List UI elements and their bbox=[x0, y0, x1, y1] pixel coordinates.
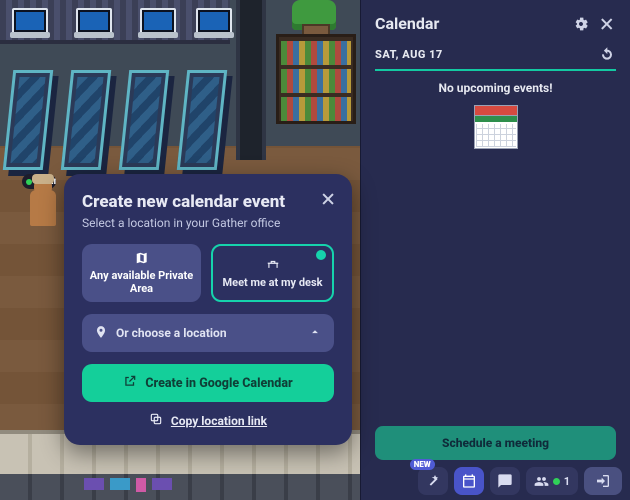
option-my-desk-label: Meet me at my desk bbox=[223, 276, 323, 289]
presence-dot-icon bbox=[553, 478, 560, 485]
check-icon bbox=[316, 250, 326, 260]
close-icon[interactable] bbox=[320, 190, 338, 208]
external-link-icon bbox=[123, 374, 137, 392]
leave-button[interactable] bbox=[584, 467, 622, 495]
date-progress-bar bbox=[375, 69, 616, 71]
participants-button[interactable]: 1 bbox=[526, 467, 578, 495]
copy-link-label: Copy location link bbox=[171, 414, 267, 428]
pillar bbox=[236, 0, 266, 160]
create-event-modal: Create new calendar event Select a locat… bbox=[64, 174, 352, 445]
laptop-decor bbox=[12, 8, 48, 34]
magic-tool-button[interactable]: NEW bbox=[418, 467, 448, 495]
calendar-illustration bbox=[474, 105, 518, 149]
plant-decor bbox=[292, 0, 336, 30]
create-google-calendar-button[interactable]: Create in Google Calendar bbox=[82, 364, 334, 402]
laptop-decor bbox=[140, 8, 176, 34]
chat-tool-button[interactable] bbox=[490, 467, 520, 495]
bookshelf-decor bbox=[276, 34, 356, 124]
bottom-toolbar: NEW 1 bbox=[360, 466, 624, 496]
presence-count: 1 bbox=[564, 475, 570, 488]
copy-location-link[interactable]: Copy location link bbox=[82, 412, 334, 429]
option-my-desk[interactable]: Meet me at my desk bbox=[211, 244, 334, 302]
laptop-decor bbox=[196, 8, 232, 34]
schedule-meeting-button[interactable]: Schedule a meeting bbox=[375, 426, 616, 460]
location-pin-icon bbox=[94, 325, 108, 342]
new-badge: NEW bbox=[410, 459, 435, 470]
calendar-panel: Calendar SAT, AUG 17 No upcoming events!… bbox=[360, 0, 630, 500]
calendar-title: Calendar bbox=[375, 14, 564, 33]
no-events-text: No upcoming events! bbox=[361, 81, 630, 95]
schedule-meeting-label: Schedule a meeting bbox=[442, 436, 549, 450]
chevron-up-icon bbox=[308, 325, 322, 342]
player-avatar[interactable] bbox=[30, 190, 56, 226]
desk-icon bbox=[266, 258, 280, 272]
modal-title: Create new calendar event bbox=[82, 192, 334, 212]
option-private-area-label: Any available Private Area bbox=[88, 269, 195, 295]
location-select[interactable]: Or choose a location bbox=[82, 314, 334, 352]
copy-icon bbox=[149, 412, 163, 429]
create-button-label: Create in Google Calendar bbox=[145, 376, 292, 391]
calendar-tool-button[interactable] bbox=[454, 467, 484, 495]
modal-subtitle: Select a location in your Gather office bbox=[82, 216, 334, 230]
calendar-date: SAT, AUG 17 bbox=[375, 48, 598, 61]
refresh-icon[interactable] bbox=[598, 45, 616, 63]
location-select-label: Or choose a location bbox=[116, 326, 227, 340]
laptop-decor bbox=[76, 8, 112, 34]
option-private-area[interactable]: Any available Private Area bbox=[82, 244, 201, 302]
gear-icon[interactable] bbox=[572, 15, 590, 33]
map-icon bbox=[135, 251, 149, 265]
close-icon[interactable] bbox=[598, 15, 616, 33]
